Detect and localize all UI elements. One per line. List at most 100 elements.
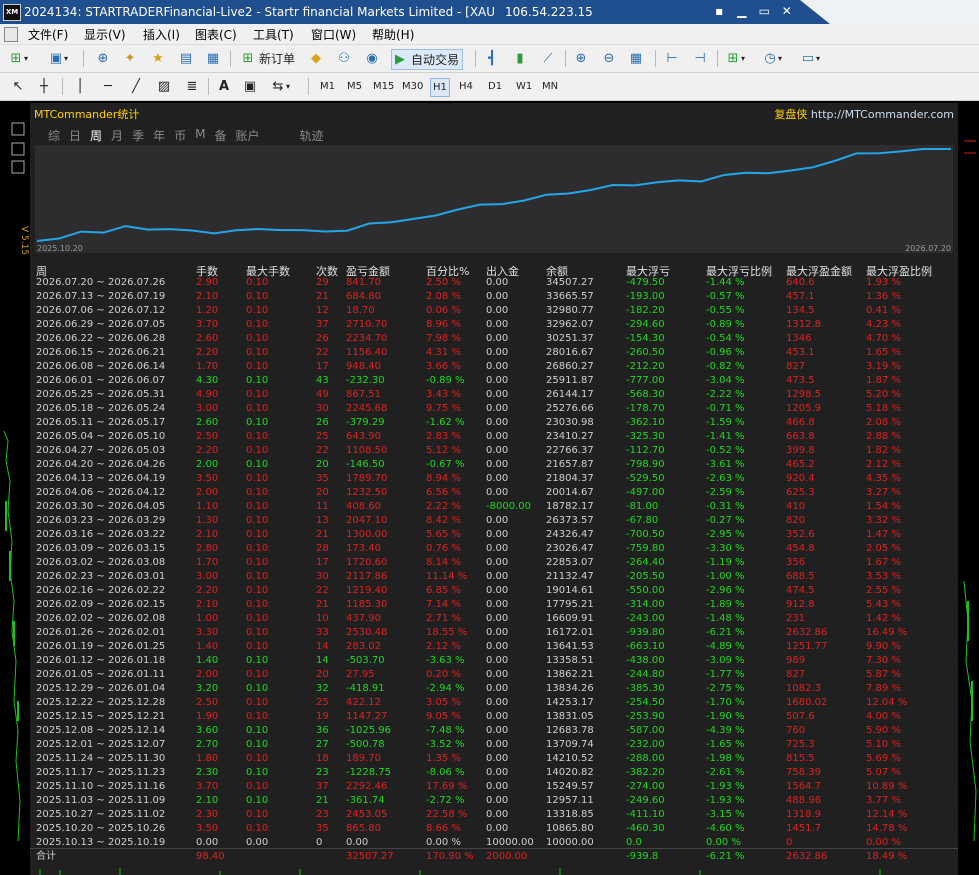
crosshair-button[interactable]: ┼ <box>36 77 52 96</box>
tab-magic[interactable]: M <box>195 127 205 144</box>
table-row[interactable]: 2026.07.13 ~ 2026.07.19 2.10 0.10 21 684.80 2… <box>30 290 958 304</box>
terminal-button[interactable]: ▤ <box>178 49 194 68</box>
metaeditor-button[interactable]: ◆ <box>308 49 324 68</box>
timeframe-w1[interactable]: W1 <box>514 78 534 95</box>
tab-notes[interactable]: 备 <box>214 127 226 144</box>
table-row[interactable]: 2026.05.25 ~ 2026.05.31 4.90 0.10 49 867.51 3… <box>30 388 958 402</box>
bar-chart-button[interactable]: ┫ <box>484 49 500 68</box>
tab-month[interactable]: 月 <box>111 127 123 144</box>
table-row[interactable]: 2026.06.15 ~ 2026.06.21 2.20 0.10 22 1156.40… <box>30 346 958 360</box>
table-row[interactable]: 2026.03.30 ~ 2026.04.05 1.10 0.10 11 408.60 2… <box>30 500 958 514</box>
timeframe-h4[interactable]: H4 <box>457 78 475 95</box>
table-row[interactable]: 2026.06.01 ~ 2026.06.07 4.30 0.10 43 -232.30… <box>30 374 958 388</box>
tile-windows-button[interactable]: ▦ <box>628 49 644 68</box>
trendline-button[interactable]: ╱ <box>128 77 144 96</box>
data-window-button[interactable]: ✦ <box>122 49 138 68</box>
menu-charts[interactable]: 图表(C) <box>195 26 237 43</box>
close-button[interactable]: ✕ <box>776 3 799 19</box>
arrows-button[interactable]: ⇆ ▾ <box>270 77 290 96</box>
table-row[interactable]: 2026.04.06 ~ 2026.04.12 2.00 0.10 20 1232.50… <box>30 486 958 500</box>
zoom-in-button[interactable]: ⊕ <box>573 49 589 68</box>
timeframe-m5[interactable]: M5 <box>345 78 364 95</box>
table-row[interactable]: 2025.10.20 ~ 2025.10.26 3.50 0.10 35 865.80 8… <box>30 822 958 836</box>
table-row[interactable]: 2026.03.23 ~ 2026.03.29 1.30 0.10 13 2047.10… <box>30 514 958 528</box>
tab-quarter[interactable]: 季 <box>132 127 144 144</box>
table-row[interactable]: 2025.11.10 ~ 2025.11.16 3.70 0.10 37 2292.46… <box>30 780 958 794</box>
tab-overview[interactable]: 综 <box>48 127 60 144</box>
profiles-button[interactable]: ▣ ▾ <box>48 49 68 68</box>
signals-button[interactable]: ⚇ <box>336 49 352 68</box>
maximize-button[interactable]: ▭ <box>753 3 776 19</box>
menu-file[interactable]: 文件(F) <box>28 26 68 43</box>
table-row[interactable]: 2025.12.29 ~ 2026.01.04 3.20 0.10 32 -418.91… <box>30 682 958 696</box>
tab-account[interactable]: 账户 <box>235 127 259 144</box>
tab-year[interactable]: 年 <box>153 127 165 144</box>
zoom-out-button[interactable]: ⊖ <box>601 49 617 68</box>
table-row[interactable]: 2025.12.01 ~ 2025.12.07 2.70 0.10 27 -500.78… <box>30 738 958 752</box>
table-row[interactable]: 2026.01.19 ~ 2026.01.25 1.40 0.10 14 283.02 2… <box>30 640 958 654</box>
table-row[interactable]: 2025.11.03 ~ 2025.11.09 2.10 0.10 21 -361.74… <box>30 794 958 808</box>
menu-tools[interactable]: 工具(T) <box>253 26 294 43</box>
radio-button[interactable]: ◉ <box>364 49 380 68</box>
market-watch-button[interactable]: ⊕ <box>95 49 111 68</box>
table-row[interactable]: 2026.01.05 ~ 2026.01.11 2.00 0.10 20 27.95 0.… <box>30 668 958 682</box>
templates-button[interactable]: ▭ ▾ <box>800 49 820 68</box>
table-row[interactable]: 2025.12.22 ~ 2025.12.28 2.50 0.10 25 422.12 3… <box>30 696 958 710</box>
indicators-button[interactable]: ⊞ ▾ <box>725 49 745 68</box>
text-label-button[interactable]: ▣ <box>242 77 258 96</box>
table-row[interactable]: 2026.02.02 ~ 2026.02.08 1.00 0.10 10 437.90 2… <box>30 612 958 626</box>
table-row[interactable]: 2026.07.06 ~ 2026.07.12 1.20 0.10 12 18.70 0.… <box>30 304 958 318</box>
channel-button[interactable]: ▨ <box>156 77 172 96</box>
navigator-button[interactable]: ★ <box>150 49 166 68</box>
table-row[interactable]: 2026.02.09 ~ 2026.02.15 2.10 0.10 21 1185.30… <box>30 598 958 612</box>
menu-help[interactable]: 帮助(H) <box>372 26 414 43</box>
brand-link[interactable]: 复盘侠 http://MTCommander.com <box>774 106 954 122</box>
new-order-button[interactable]: ⊞ 新订单 <box>240 49 295 68</box>
minimize-button[interactable]: ▁ <box>731 3 754 19</box>
candlestick-button[interactable]: ▮ <box>512 49 528 68</box>
price-chart-area[interactable]: V 5.15 MTCommander统计 复盘侠 http://MTComman… <box>0 101 979 875</box>
menu-window[interactable]: 窗口(W) <box>311 26 356 43</box>
table-row[interactable]: 2026.06.22 ~ 2026.06.28 2.60 0.10 26 2234.70… <box>30 332 958 346</box>
table-row[interactable]: 2026.03.02 ~ 2026.03.08 1.70 0.10 17 1720.60… <box>30 556 958 570</box>
table-row[interactable]: 2026.05.04 ~ 2026.05.10 2.50 0.10 25 643.90 2… <box>30 430 958 444</box>
tab-day[interactable]: 日 <box>69 127 81 144</box>
tab-week[interactable]: 周 <box>90 127 102 144</box>
table-row[interactable]: 2025.11.24 ~ 2025.11.30 1.80 0.10 18 189.70 1… <box>30 752 958 766</box>
line-chart-button[interactable]: ⟋ <box>540 49 556 68</box>
table-row[interactable]: 2026.05.18 ~ 2026.05.24 3.00 0.10 30 2245.68… <box>30 402 958 416</box>
table-row[interactable]: 2026.01.12 ~ 2026.01.18 1.40 0.10 14 -503.70… <box>30 654 958 668</box>
table-row[interactable]: 2026.04.27 ~ 2026.05.03 2.20 0.10 22 1108.50… <box>30 444 958 458</box>
autoscroll-button[interactable]: ⊣ <box>692 49 708 68</box>
new-chart-button[interactable]: ⊞ ▾ <box>8 49 28 68</box>
menu-insert[interactable]: 插入(I) <box>143 26 180 43</box>
timeframe-mn[interactable]: MN <box>540 78 560 95</box>
timeframe-m15[interactable]: M15 <box>371 78 396 95</box>
table-row[interactable]: 2026.02.23 ~ 2026.03.01 3.00 0.10 30 2117.86… <box>30 570 958 584</box>
table-row[interactable]: 2026.04.20 ~ 2026.04.26 2.00 0.10 20 -146.50… <box>30 458 958 472</box>
table-row[interactable]: 2025.10.27 ~ 2025.11.02 2.30 0.10 23 2453.05… <box>30 808 958 822</box>
text-button[interactable]: A <box>216 77 232 96</box>
timeframe-d1[interactable]: D1 <box>486 78 504 95</box>
vertical-line-button[interactable]: │ <box>72 77 88 96</box>
chart-shift-button[interactable]: ⊢ <box>664 49 680 68</box>
table-row[interactable]: 2026.07.20 ~ 2026.07.26 2.90 0.10 29 841.70 2… <box>30 276 958 290</box>
table-row[interactable]: 2025.12.08 ~ 2025.12.14 3.60 0.10 36 -1025.9… <box>30 724 958 738</box>
timeframe-h1[interactable]: H1 <box>430 78 450 97</box>
table-row[interactable]: 2025.12.15 ~ 2025.12.21 1.90 0.10 19 1147.27… <box>30 710 958 724</box>
tab-currency[interactable]: 币 <box>174 127 186 144</box>
table-row[interactable]: 2026.05.11 ~ 2026.05.17 2.60 0.10 26 -379.29… <box>30 416 958 430</box>
table-row[interactable]: 2026.03.16 ~ 2026.03.22 2.10 0.10 21 1300.00… <box>30 528 958 542</box>
tab-trail[interactable]: 轨迹 <box>300 127 324 144</box>
table-row[interactable]: 2026.06.08 ~ 2026.06.14 1.70 0.10 17 948.40 3… <box>30 360 958 374</box>
timeframe-m1[interactable]: M1 <box>318 78 337 95</box>
timeframe-m30[interactable]: M30 <box>400 78 425 95</box>
table-row[interactable]: 2026.04.13 ~ 2026.04.19 3.50 0.10 35 1789.70… <box>30 472 958 486</box>
strategy-tester-button[interactable]: ▦ <box>205 49 221 68</box>
table-row[interactable]: 2026.01.26 ~ 2026.02.01 3.30 0.10 33 2530.48… <box>30 626 958 640</box>
fibonacci-button[interactable]: ≣ <box>184 77 200 96</box>
periods-button[interactable]: ◷ ▾ <box>762 49 782 68</box>
table-row[interactable]: 2026.06.29 ~ 2026.07.05 3.70 0.10 37 2710.70… <box>30 318 958 332</box>
auto-trading-button[interactable]: ▶ 自动交易 <box>391 49 464 70</box>
table-row[interactable]: 2026.02.16 ~ 2026.02.22 2.20 0.10 22 1219.40… <box>30 584 958 598</box>
